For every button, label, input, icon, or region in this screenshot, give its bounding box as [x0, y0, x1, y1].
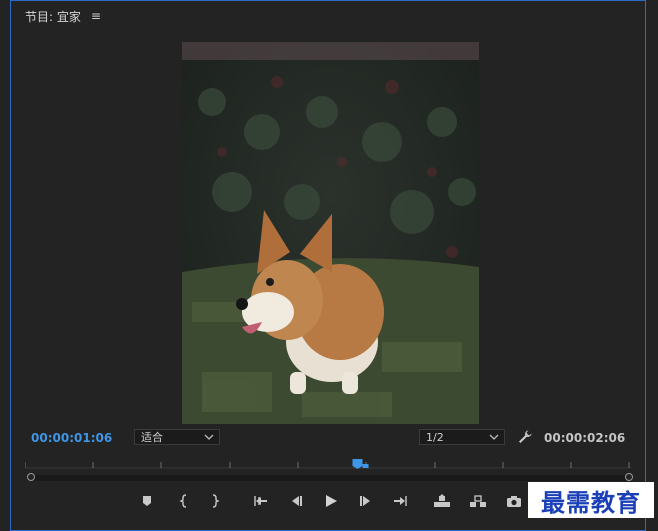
zoom-scrollbar-left-handle[interactable] [27, 473, 35, 481]
panel-tab-bar: 节目: 宜家 ≡ [25, 7, 101, 25]
extract-button[interactable] [468, 491, 488, 511]
lift-button[interactable] [432, 491, 452, 511]
zoom-level-select[interactable]: 适合 [134, 429, 220, 445]
chevron-down-icon [489, 434, 499, 440]
current-timecode[interactable]: 00:00:01:06 [31, 431, 112, 445]
play-icon [326, 495, 337, 507]
time-ruler[interactable] [25, 459, 631, 469]
step-back-button[interactable] [286, 491, 306, 511]
zoom-level-value: 适合 [141, 431, 163, 444]
duration-timecode: 00:00:02:06 [544, 431, 626, 445]
go-to-in-button[interactable] [251, 491, 271, 511]
step-forward-button[interactable] [356, 491, 376, 511]
lift-icon [434, 494, 450, 507]
step-forward-icon [360, 496, 370, 506]
mark-in-button[interactable] [174, 491, 194, 511]
step-back-icon [292, 496, 302, 506]
watermark-logo: 最需教育 [528, 482, 654, 518]
mark-out-button[interactable] [205, 491, 225, 511]
hamburger-menu-icon[interactable]: ≡ [91, 9, 101, 23]
extract-icon [470, 495, 486, 507]
zoom-scrollbar[interactable] [31, 475, 631, 481]
mark-in-icon [179, 494, 187, 508]
go-to-out-icon [394, 496, 407, 506]
zoom-scrollbar-right-handle[interactable] [625, 473, 633, 481]
export-frame-button[interactable] [504, 491, 524, 511]
add-marker-icon [143, 496, 151, 506]
mark-out-icon [212, 494, 220, 508]
program-monitor-panel: 节目: 宜家 ≡ 00:00:01:06 适合 1/2 00:00:02:06 [10, 0, 646, 531]
playback-resolution-value: 1/2 [426, 430, 444, 444]
panel-title[interactable]: 节目: 宜家 [25, 8, 81, 25]
add-marker-button[interactable] [137, 491, 157, 511]
chevron-down-icon [204, 434, 214, 440]
wrench-icon[interactable] [517, 429, 533, 445]
corgi-image [182, 42, 479, 424]
play-button[interactable] [321, 491, 341, 511]
go-to-in-icon [254, 496, 267, 506]
video-frame[interactable] [182, 42, 479, 424]
playback-resolution-select[interactable]: 1/2 [419, 429, 505, 445]
camera-icon [507, 495, 521, 507]
go-to-out-button[interactable] [390, 491, 410, 511]
